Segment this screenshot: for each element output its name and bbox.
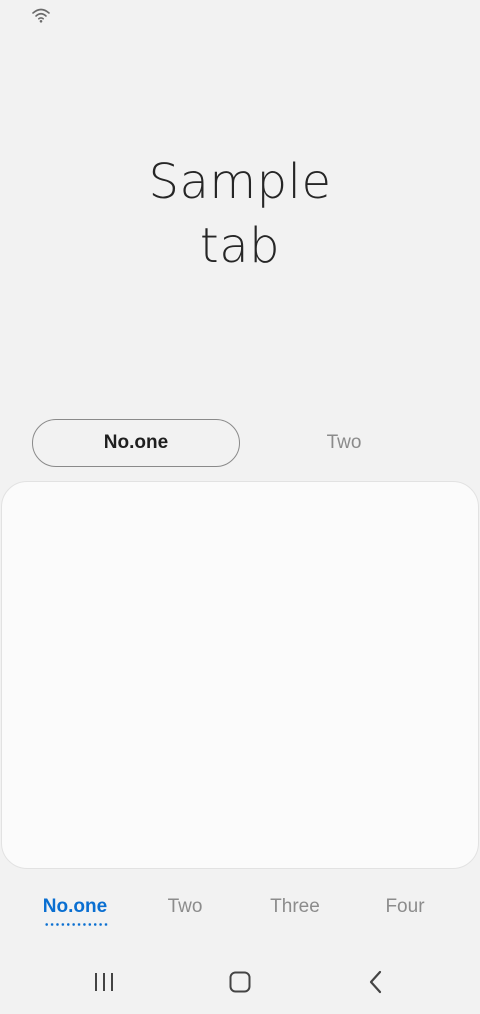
status-bar: [0, 0, 480, 32]
page-title-line-1: Sample: [148, 154, 332, 210]
segmented-tab-two[interactable]: Two: [240, 419, 448, 467]
navigation-bar: [0, 950, 480, 1014]
segmented-tab-bar: No.one Two: [32, 419, 448, 467]
bottom-tab-label: Three: [270, 896, 320, 917]
back-button[interactable]: [346, 964, 406, 1000]
bottom-tab-no-one[interactable]: No.one: [20, 886, 130, 932]
recent-apps-icon: [95, 973, 113, 991]
selected-tab-indicator: [44, 923, 110, 926]
home-button[interactable]: [210, 964, 270, 1000]
content-card: [1, 481, 479, 869]
page-title-line-2: tab: [199, 218, 281, 274]
segmented-tab-label: Two: [326, 432, 362, 453]
home-icon: [229, 971, 251, 993]
bottom-tab-bar: No.one Two Three Four: [20, 886, 460, 932]
recent-apps-button[interactable]: [74, 964, 134, 1000]
bottom-tab-label: Four: [385, 896, 425, 917]
back-icon: [369, 970, 382, 994]
segmented-tab-no-one[interactable]: No.one: [32, 419, 240, 467]
page-title: Sample tab: [0, 150, 480, 278]
bottom-tab-label: No.one: [42, 896, 108, 917]
bottom-tab-two[interactable]: Two: [130, 886, 240, 932]
bottom-tab-label: Two: [167, 896, 203, 917]
bottom-tab-four[interactable]: Four: [350, 886, 460, 932]
wifi-icon: [32, 8, 50, 23]
segmented-tab-label: No.one: [103, 432, 169, 453]
bottom-tab-three[interactable]: Three: [240, 886, 350, 932]
